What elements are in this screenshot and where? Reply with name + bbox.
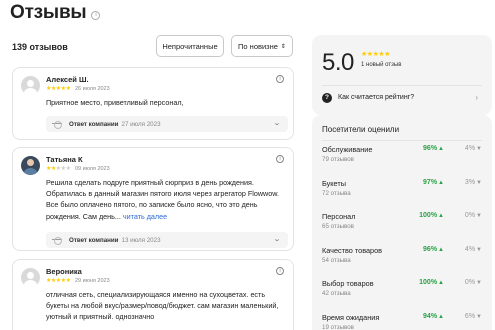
thumb-up-icon: ▲ (438, 179, 444, 186)
thumb-down-icon: ▼ (476, 213, 482, 219)
how-rating-calculated-link[interactable]: ? Как считается рейтинг? › (322, 90, 482, 105)
aspect-name: Обслуживание (322, 145, 373, 154)
aspect-negative: 0%▼ (464, 212, 482, 219)
rating-stars: ★★★★★ (46, 165, 71, 172)
company-logo-icon (51, 236, 63, 245)
review-card: Алексей Ш. ★★★★★ 26 июля 2023 i Приятное… (12, 67, 294, 140)
reply-label: Ответ компании (69, 236, 119, 244)
avatar[interactable] (21, 76, 40, 95)
aspect-row[interactable]: Выбор товаров 42 отзыва 100%▲ 0%▼ (322, 279, 482, 309)
review-author[interactable]: Вероника (46, 267, 82, 276)
aspect-count: 42 отзыва (322, 290, 351, 297)
aspect-negative: 4%▼ (464, 145, 482, 152)
reply-label: Ответ компании (69, 120, 119, 128)
info-icon[interactable]: i (91, 10, 101, 20)
aspect-name: Выбор товаров (322, 279, 374, 288)
aspect-count: 72 отзыва (322, 189, 351, 197)
sort-dropdown[interactable]: По новизне ⇕ (231, 35, 293, 57)
star-icon: ★ (65, 278, 71, 284)
company-reply-toggle[interactable]: Ответ компании 13 июля 2023 ⌄ (46, 232, 288, 248)
star-icon: ★ (65, 86, 71, 92)
aspect-negative: 0%▼ (464, 279, 482, 286)
rating-stars: ★★★★★ (361, 50, 390, 58)
reply-date: 27 июля 2023 (121, 120, 161, 128)
review-author[interactable]: Алексей Ш. (46, 75, 89, 84)
thumb-up-icon: ▲ (438, 246, 444, 253)
rating-summary-panel: 5.0 ★★★★★ 1 новый отзыв ? Как считается … (312, 35, 492, 115)
thumb-down-icon: ▼ (476, 246, 482, 253)
chevron-right-icon: › (475, 93, 478, 102)
thumb-up-icon: ▲ (438, 313, 444, 320)
star-icon: ★ (65, 166, 71, 172)
reply-date: 13 июля 2023 (121, 236, 161, 244)
visitors-rated-panel: Посетители оценили Обслуживание 79 отзыво… (312, 115, 492, 330)
aspect-name: Букеты (322, 178, 346, 188)
thumb-down-icon: ▼ (476, 313, 482, 320)
review-date: 09 июля 2023 (75, 165, 110, 172)
divider (322, 85, 482, 86)
aspect-positive: 96%▲ (423, 245, 444, 253)
aspect-name: Время ожидания (322, 312, 380, 322)
company-reply-toggle[interactable]: Ответ компании 27 июля 2023 ⌄ (46, 116, 288, 132)
avatar[interactable] (21, 156, 40, 175)
aspect-count: 19 отзывов (322, 323, 354, 330)
avatar[interactable] (21, 268, 40, 287)
sort-label: По новизне (238, 41, 278, 51)
aspect-negative: 6%▼ (464, 312, 482, 320)
info-icon[interactable]: i (276, 155, 284, 163)
review-card: Вероника ★★★★★ 29 июня 2023 i отличная с… (12, 259, 294, 330)
aspect-row[interactable]: Время ожидания 19 отзывов 94%▲ 6%▼ (322, 313, 482, 330)
aspect-positive: 100%▲ (419, 279, 444, 286)
rating-score: 5.0 (322, 49, 354, 76)
aspect-count: 54 отзыва (322, 256, 351, 264)
star-icon: ★ (384, 51, 390, 58)
read-more-link[interactable]: читать далее (123, 212, 167, 221)
review-card: Татьяна К ★★★★★ 09 июля 2023 i Решила сд… (12, 147, 294, 251)
chevron-down-icon: ⌄ (272, 120, 282, 127)
page-title: Отзывы i (10, 2, 101, 24)
rating-stars: ★★★★★ (46, 85, 71, 92)
aspect-negative: 3%▼ (464, 178, 482, 186)
rating-stars: ★★★★★ (46, 277, 71, 284)
thumb-down-icon: ▼ (476, 280, 482, 286)
aspect-positive: 96%▲ (423, 145, 444, 152)
aspect-row[interactable]: Качество товаров 54 отзыва 96%▲ 4%▼ (322, 246, 482, 276)
info-icon[interactable]: i (276, 267, 284, 275)
thumb-up-icon: ▲ (438, 146, 444, 152)
info-icon[interactable]: i (276, 75, 284, 83)
review-date: 29 июня 2023 (75, 277, 110, 284)
chevron-down-icon: ⌄ (272, 236, 282, 243)
thumb-down-icon: ▼ (476, 179, 482, 186)
review-date: 26 июля 2023 (75, 85, 110, 92)
aspect-row[interactable]: Букеты 72 отзыва 97%▲ 3%▼ (322, 179, 482, 209)
thumb-up-icon: ▲ (438, 280, 444, 286)
review-text: отличная сеть, специализирующаяся именно… (46, 290, 279, 322)
aspect-positive: 100%▲ (419, 212, 444, 219)
thumb-down-icon: ▼ (476, 146, 482, 152)
review-text: Приятное место, приветливый персонал, (46, 98, 184, 107)
aspect-negative: 4%▼ (464, 245, 482, 253)
sort-arrows-icon: ⇕ (280, 43, 286, 50)
aspect-row[interactable]: Персонал 65 отзывов 100%▲ 0%▼ (322, 212, 482, 242)
company-logo-icon (51, 120, 63, 129)
visitors-rated-title: Посетители оценили (322, 125, 400, 134)
aspect-positive: 94%▲ (423, 312, 444, 320)
reviews-count: 139 отзывов (12, 42, 68, 52)
question-icon: ? (322, 92, 332, 103)
aspect-count: 79 отзывов (322, 156, 354, 163)
thumb-up-icon: ▲ (438, 213, 444, 219)
unread-filter-button[interactable]: Непрочитанные (156, 35, 224, 57)
page-title-text: Отзывы (10, 2, 87, 23)
aspect-name: Персонал (322, 212, 356, 221)
aspect-name: Качество товаров (322, 245, 383, 255)
new-reviews-count[interactable]: 1 новый отзыв (361, 62, 401, 68)
aspect-positive: 97%▲ (423, 178, 444, 186)
divider (322, 140, 482, 141)
aspect-row[interactable]: Обслуживание 79 отзывов 96%▲ 4%▼ (322, 145, 482, 175)
aspect-count: 65 отзывов (322, 223, 354, 230)
how-rating-calculated-label: Как считается рейтинг? (338, 94, 415, 101)
review-text: Решила сделать подруге приятный сюрприз … (46, 177, 288, 222)
review-author[interactable]: Татьяна К (46, 155, 83, 164)
